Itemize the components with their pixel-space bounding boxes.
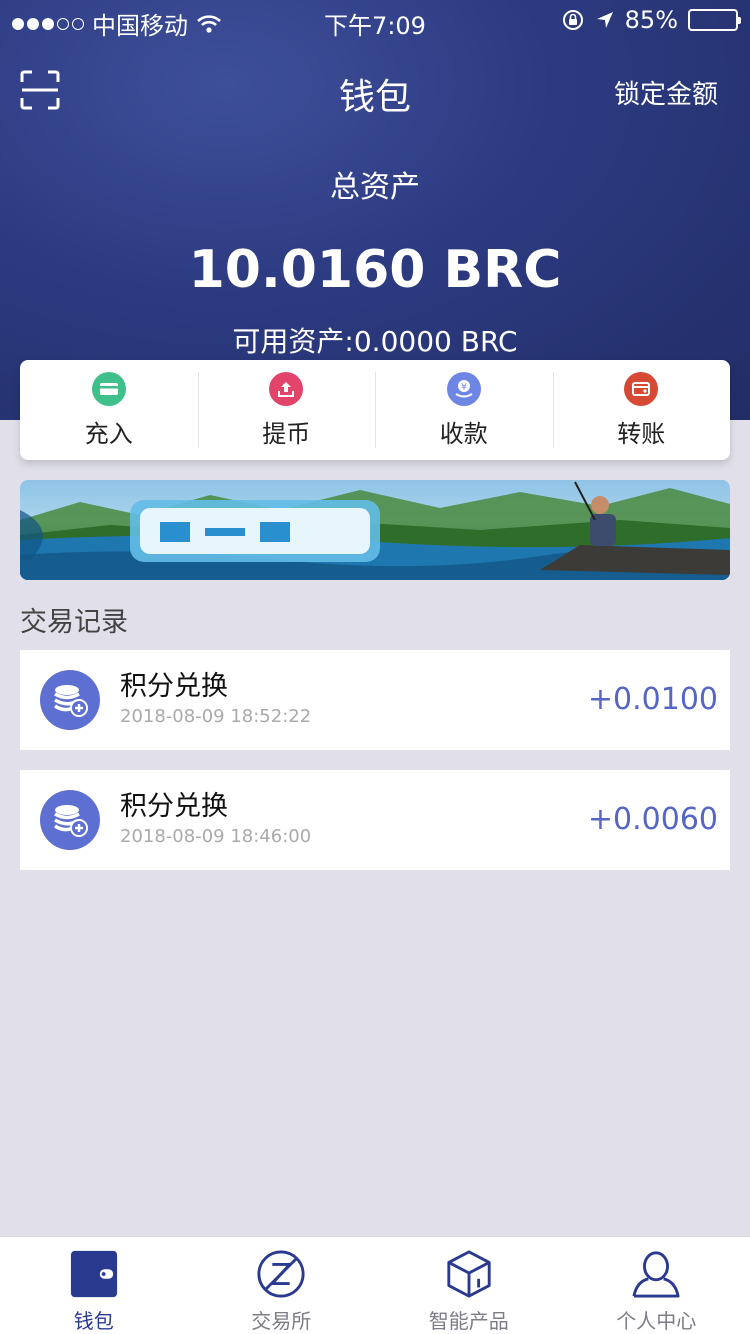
record-time: 2018-08-09 18:52:22 — [120, 706, 312, 727]
exchange-tab-icon — [257, 1250, 305, 1298]
total-assets-label: 总资产 — [330, 170, 420, 205]
transaction-records-title: 交易记录 — [20, 607, 128, 638]
tab-wallet[interactable]: 钱包 — [0, 1237, 188, 1334]
wallet-icon — [624, 371, 659, 406]
transfer-button[interactable]: 转账 — [552, 360, 731, 460]
lock-amount-button[interactable]: 锁定金额 — [614, 74, 718, 111]
record-title: 积分兑换 — [120, 791, 228, 822]
tab-smart-products[interactable]: 智能产品 — [375, 1237, 563, 1334]
tab-wallet-label: 钱包 — [73, 1309, 114, 1333]
withdraw-label: 提币 — [262, 419, 311, 448]
total-assets-amount: 10.0160 BRC — [188, 240, 562, 300]
action-card: 充入 提币 ¥ 收款 转账 — [20, 360, 730, 460]
fishing-banner-image — [20, 481, 730, 580]
tab-profile-label: 个人中心 — [616, 1309, 697, 1333]
location-icon — [596, 12, 613, 28]
record-title: 积分兑换 — [120, 671, 228, 702]
tab-smart-products-label: 智能产品 — [428, 1309, 509, 1333]
yuan-hand-icon: ¥ — [446, 371, 481, 406]
battery-icon — [688, 9, 741, 31]
withdraw-button[interactable]: 提币 — [197, 360, 376, 460]
coin-exchange-icon — [40, 670, 100, 730]
tab-profile[interactable]: 个人中心 — [563, 1237, 750, 1334]
available-assets: 可用资产:0.0000 BRC — [232, 325, 518, 358]
promo-banner[interactable] — [20, 480, 730, 580]
upload-icon — [269, 371, 304, 406]
tab-bar: 钱包 交易所 智能产品 个人中心 — [0, 1236, 750, 1334]
status-bar: 中国移动 下午7:09 85% — [0, 0, 750, 40]
transfer-label: 转账 — [617, 419, 666, 448]
battery-percent: 85% — [624, 6, 678, 34]
deposit-label: 充入 — [84, 419, 133, 448]
list-item[interactable]: 积分兑换 2018-08-09 18:46:00 +0.0060 — [20, 770, 730, 870]
tab-exchange-label: 交易所 — [251, 1309, 312, 1333]
record-amount: +0.0100 — [587, 682, 718, 717]
cube-icon — [447, 1250, 491, 1298]
record-amount: +0.0060 — [587, 802, 718, 837]
svg-text:¥: ¥ — [461, 382, 467, 392]
wallet-tab-icon — [70, 1250, 117, 1298]
user-icon — [632, 1251, 680, 1298]
receive-button[interactable]: ¥ 收款 — [375, 360, 553, 460]
list-item[interactable]: 积分兑换 2018-08-09 18:52:22 +0.0100 — [20, 650, 730, 750]
record-time: 2018-08-09 18:46:00 — [120, 826, 312, 847]
rotation-lock-icon — [562, 10, 583, 30]
card-icon — [91, 371, 126, 406]
coin-exchange-icon — [40, 790, 100, 850]
receive-label: 收款 — [439, 419, 488, 448]
status-right: 85% — [561, 6, 741, 34]
tab-exchange[interactable]: 交易所 — [188, 1237, 376, 1334]
deposit-button[interactable]: 充入 — [20, 360, 198, 460]
wallet-header: 中国移动 下午7:09 85% 钱包 锁定金额 总资产 10.0160 BRC … — [0, 0, 750, 420]
